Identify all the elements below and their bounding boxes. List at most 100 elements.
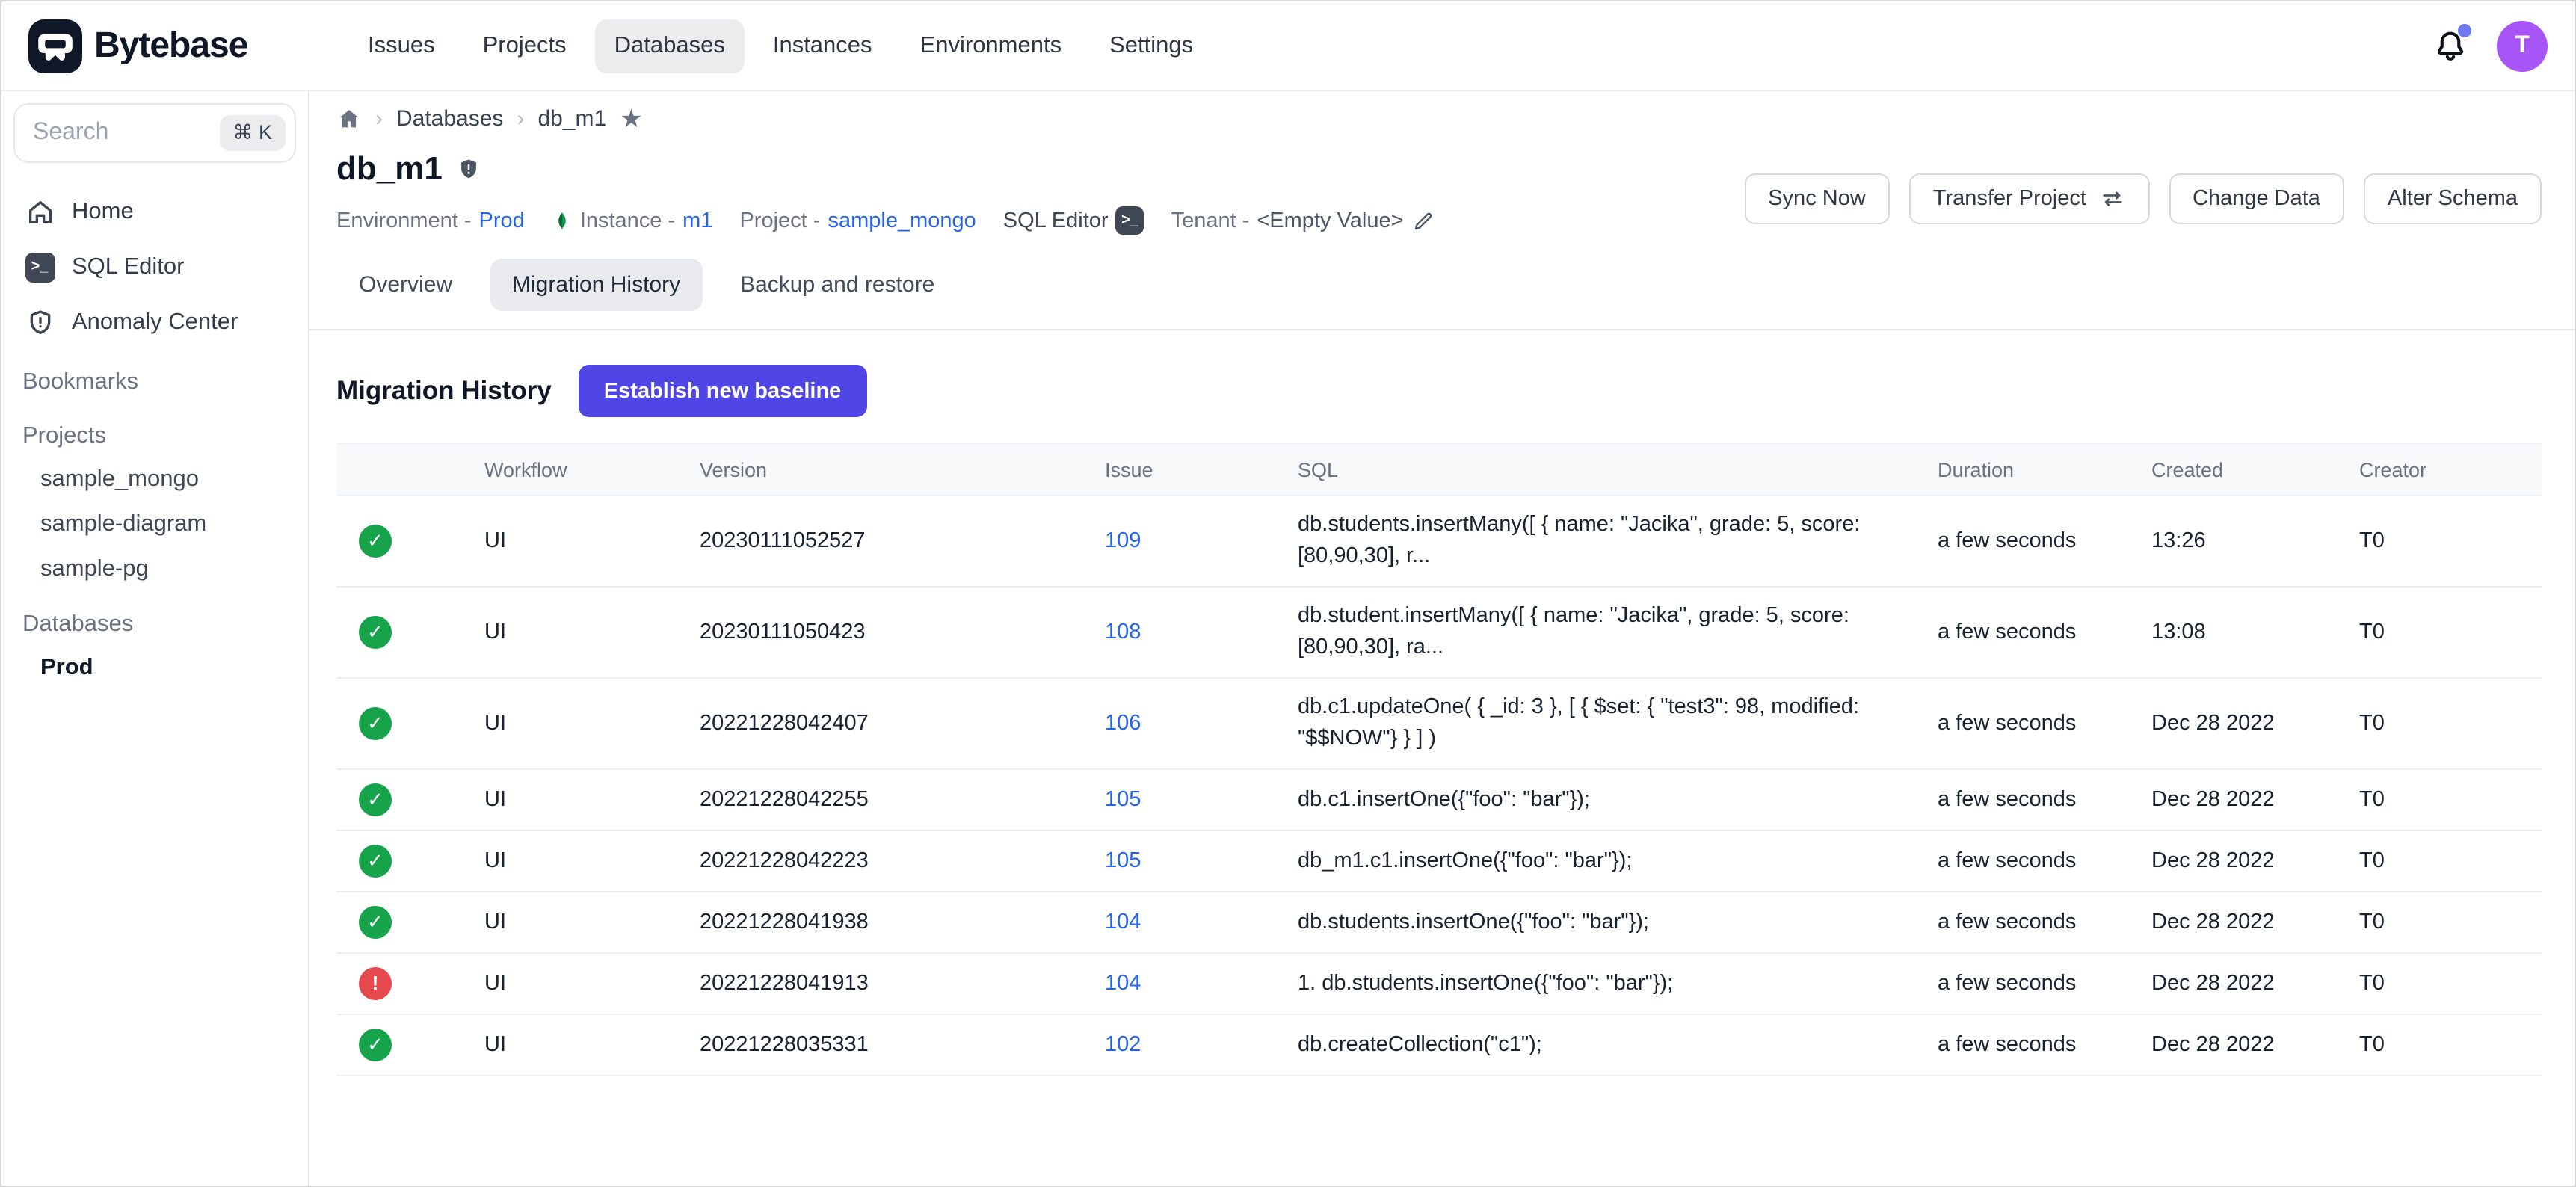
nav-item-databases[interactable]: Databases (595, 19, 745, 73)
sql-cell: db.createCollection("c1"); (1298, 1016, 1938, 1074)
table-row[interactable]: ✓ UI 20230111050423 108 db.student.inser… (336, 588, 2542, 679)
duration-cell: a few seconds (1938, 955, 2151, 1013)
db-meta-row: Environment - Prod Instance - (336, 206, 1435, 235)
status-icon: ✓ (359, 783, 392, 816)
mongodb-leaf-icon (552, 207, 573, 234)
issue-link[interactable]: 105 (1105, 848, 1141, 872)
table-row[interactable]: ✓ UI 20221228041938 104 db.students.inse… (336, 892, 2542, 954)
table-row[interactable]: ✓ UI 20221228035331 102 db.createCollect… (336, 1015, 2542, 1076)
col-version: Version (700, 458, 1105, 481)
issue-link[interactable]: 106 (1105, 711, 1141, 735)
shield-alert-icon (24, 307, 55, 337)
environment-link[interactable]: Prod (479, 209, 525, 232)
created-cell: Dec 28 2022 (2151, 1016, 2359, 1074)
tab-overview[interactable]: Overview (336, 259, 475, 311)
shield-badge-icon (456, 156, 481, 182)
sql-cell: db.students.insertOne({"foo": "bar"}); (1298, 893, 1938, 952)
status-icon: ✓ (359, 707, 392, 740)
sidebar-item-anomaly-center[interactable]: Anomaly Center (1, 295, 308, 350)
status-icon: ✓ (359, 525, 392, 558)
home-breadcrumb-icon[interactable] (336, 106, 362, 132)
breadcrumb-databases[interactable]: Databases (396, 106, 503, 132)
issue-link[interactable]: 105 (1105, 787, 1141, 811)
issue-link[interactable]: 102 (1105, 1032, 1141, 1056)
version-cell: 20230111052527 (700, 512, 1105, 570)
workflow-cell: UI (484, 832, 700, 890)
home-icon (24, 197, 55, 226)
sync-now-button[interactable]: Sync Now (1744, 173, 1890, 224)
table-row[interactable]: ✓ UI 20221228042407 106 db.c1.updateOne(… (336, 679, 2542, 770)
col-issue: Issue (1105, 458, 1298, 481)
tabs-divider (309, 329, 2575, 330)
bytebase-logo-icon (28, 19, 82, 73)
breadcrumb-separator: › (375, 106, 383, 132)
tenant-meta: Tenant - <Empty Value> (1171, 209, 1435, 232)
sidebar-item-home[interactable]: Home (1, 184, 308, 239)
tab-backup-and-restore[interactable]: Backup and restore (718, 259, 957, 311)
transfer-project-button[interactable]: Transfer Project (1909, 173, 2149, 224)
sidebar-project-sample-mongo[interactable]: sample_mongo (1, 457, 308, 502)
bookmark-star-icon[interactable]: ★ (620, 106, 643, 132)
workflow-cell: UI (484, 955, 700, 1013)
edit-pencil-icon[interactable] (1411, 209, 1435, 232)
version-cell: 20221228042407 (700, 694, 1105, 753)
alter-schema-button[interactable]: Alter Schema (2364, 173, 2542, 224)
terminal-icon: >_ (24, 252, 55, 282)
brand-name: Bytebase (94, 25, 247, 67)
nav-item-environments[interactable]: Environments (901, 19, 1082, 73)
sql-editor-icon: >_ (1116, 206, 1144, 235)
duration-cell: a few seconds (1938, 832, 2151, 890)
breadcrumb: › Databases › db_m1 ★ (336, 106, 2542, 132)
main-nav: Issues Projects Databases Instances Envi… (348, 19, 1212, 73)
sidebar-item-sql-editor[interactable]: >_ SQL Editor (1, 239, 308, 295)
issue-link[interactable]: 104 (1105, 910, 1141, 934)
workflow-cell: UI (484, 603, 700, 662)
sidebar-item-label: SQL Editor (72, 253, 185, 280)
nav-item-projects[interactable]: Projects (463, 19, 586, 73)
establish-new-baseline-button[interactable]: Establish new baseline (579, 365, 867, 417)
workflow-cell: UI (484, 694, 700, 753)
project-link[interactable]: sample_mongo (828, 209, 976, 232)
sidebar-project-sample-pg[interactable]: sample-pg (1, 547, 308, 592)
duration-cell: a few seconds (1938, 1016, 2151, 1074)
breadcrumb-separator: › (517, 106, 524, 132)
table-header-row: Workflow Version Issue SQL Duration Crea… (336, 443, 2542, 496)
nav-item-instances[interactable]: Instances (754, 19, 892, 73)
table-row[interactable]: ! UI 20221228041913 104 1. db.students.i… (336, 954, 2542, 1015)
nav-item-settings[interactable]: Settings (1090, 19, 1212, 73)
creator-cell: T0 (2359, 955, 2542, 1013)
created-cell: 13:08 (2151, 603, 2359, 662)
issue-link[interactable]: 109 (1105, 528, 1141, 552)
migration-history-table: Workflow Version Issue SQL Duration Crea… (336, 443, 2542, 1076)
sql-editor-shortcut[interactable]: SQL Editor >_ (1003, 206, 1144, 235)
search-placeholder: Search (33, 120, 219, 147)
avatar[interactable]: T (2497, 20, 2548, 71)
creator-cell: T0 (2359, 512, 2542, 570)
issue-link[interactable]: 104 (1105, 971, 1141, 995)
sidebar-section-projects: Projects (1, 404, 308, 457)
breadcrumb-db-m1[interactable]: db_m1 (537, 106, 606, 132)
notification-bell-icon[interactable] (2431, 26, 2470, 65)
table-row[interactable]: ✓ UI 20221228042255 105 db.c1.insertOne(… (336, 770, 2542, 831)
main-content: › Databases › db_m1 ★ db_m1 (309, 91, 2575, 1186)
table-row[interactable]: ✓ UI 20221228042223 105 db_m1.c1.insertO… (336, 831, 2542, 892)
top-navigation-bar: Bytebase Issues Projects Databases Insta… (1, 1, 2575, 91)
search-input[interactable]: Search ⌘ K (13, 103, 296, 163)
brand[interactable]: Bytebase (28, 19, 321, 73)
notification-dot (2458, 23, 2471, 37)
sidebar-section-bookmarks: Bookmarks (1, 350, 308, 404)
status-icon: ✓ (359, 845, 392, 878)
col-workflow: Workflow (484, 458, 700, 481)
sidebar-project-sample-diagram[interactable]: sample-diagram (1, 502, 308, 547)
tab-migration-history[interactable]: Migration History (490, 259, 703, 311)
table-row[interactable]: ✓ UI 20230111052527 109 db.students.inse… (336, 496, 2542, 588)
nav-item-issues[interactable]: Issues (348, 19, 455, 73)
version-cell: 20221228042223 (700, 832, 1105, 890)
workflow-cell: UI (484, 512, 700, 570)
sidebar-item-label: Anomaly Center (72, 309, 238, 336)
sidebar-database-prod[interactable]: Prod (1, 646, 308, 691)
instance-link[interactable]: m1 (682, 209, 712, 232)
change-data-button[interactable]: Change Data (2169, 173, 2344, 224)
version-cell: 20221228035331 (700, 1016, 1105, 1074)
issue-link[interactable]: 108 (1105, 620, 1141, 644)
